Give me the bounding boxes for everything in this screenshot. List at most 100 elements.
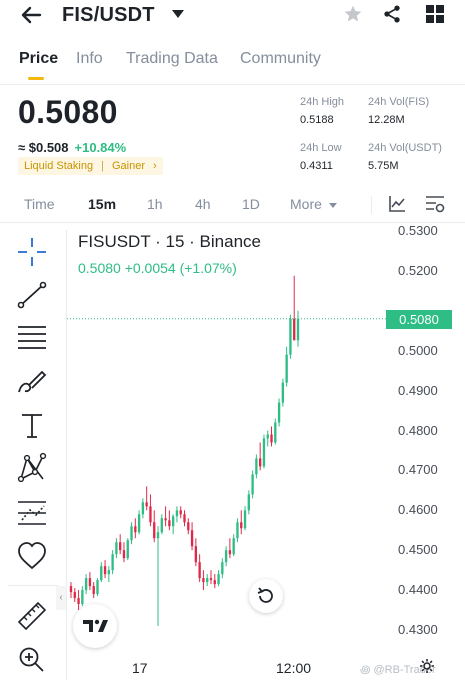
candle-body: [209, 578, 213, 581]
candle-body: [96, 580, 99, 595]
interval-1h[interactable]: 1h: [147, 196, 163, 212]
tradingview-logo: [73, 604, 117, 648]
y-tick-label: 0.4800: [398, 422, 438, 438]
candle-body: [232, 538, 235, 555]
back-arrow-icon[interactable]: [20, 6, 42, 24]
grid-menu-icon[interactable]: [425, 4, 445, 24]
candle-body: [258, 458, 262, 467]
candle-body: [293, 318, 296, 341]
candle-body: [164, 518, 167, 521]
candle-body: [115, 542, 118, 555]
candle-body: [224, 550, 228, 563]
main-tabs: Price Info Trading Data Community: [0, 44, 465, 85]
candle-body: [202, 578, 205, 583]
y-tick-label: 0.5300: [398, 223, 438, 238]
candle-body: [179, 510, 182, 515]
x-tick-1200: 12:00: [276, 660, 312, 676]
candle-body: [175, 510, 179, 517]
candle-body: [183, 514, 186, 523]
tag-strip[interactable]: Liquid Staking | Gainer ›: [18, 157, 163, 175]
y-tick-label: 0.4400: [398, 582, 438, 598]
change-percent: +10.84%: [74, 140, 127, 155]
candle-body: [194, 546, 198, 563]
candlestick-chart[interactable]: [0, 222, 465, 684]
usd-price: ≈ $0.508: [18, 140, 69, 155]
candle-body: [251, 474, 254, 495]
tag-more-chevron-icon[interactable]: ›: [153, 160, 157, 172]
pair-dropdown-icon[interactable]: [172, 10, 184, 18]
more-caret-icon[interactable]: [329, 203, 337, 208]
share-icon[interactable]: [382, 4, 402, 24]
candle-body: [240, 522, 243, 529]
candle-body: [262, 438, 266, 467]
candle-body: [126, 540, 129, 559]
reset-chart-button[interactable]: [249, 579, 283, 613]
vol-usdt-value: 5.75M: [368, 160, 399, 172]
tab-info[interactable]: Info: [76, 50, 103, 68]
candle-body: [111, 554, 114, 571]
candle-body: [100, 566, 103, 581]
candle-body: [84, 578, 88, 591]
candle-body: [243, 510, 247, 529]
interval-1d[interactable]: 1D: [242, 196, 260, 212]
interval-4h[interactable]: 4h: [195, 196, 211, 212]
chart-symbol-label: FISUSDT · 15 · Binance: [78, 232, 261, 251]
candle-body: [122, 550, 126, 559]
interval-bar: Time 15m 1h 4h 1D More: [0, 188, 465, 223]
y-tick-label: 0.5200: [398, 262, 438, 278]
candle-body: [206, 578, 209, 583]
candle-body: [171, 516, 175, 527]
candle-body: [296, 318, 300, 341]
tab-price[interactable]: Price: [19, 50, 58, 68]
chart-gear-icon[interactable]: [419, 658, 435, 674]
candle-body: [103, 566, 107, 575]
candle-body: [153, 522, 156, 539]
candle-body: [168, 520, 171, 527]
candle-body: [88, 578, 92, 587]
tab-trading-data[interactable]: Trading Data: [126, 50, 218, 68]
candle-body: [190, 530, 194, 547]
candle-body: [281, 382, 285, 403]
chart-settings-icon[interactable]: [425, 195, 445, 213]
tab-community[interactable]: Community: [240, 50, 321, 68]
candle-body: [217, 574, 220, 585]
favorite-star-icon[interactable]: [343, 4, 363, 24]
high-value: 0.5188: [300, 114, 334, 126]
interval-time[interactable]: Time: [24, 196, 55, 212]
last-price: 0.5080: [18, 94, 118, 130]
interval-15m[interactable]: 15m: [88, 196, 116, 212]
candle-body: [236, 522, 239, 539]
tag-gainer[interactable]: Gainer: [112, 160, 145, 172]
candle-body: [289, 318, 292, 355]
pair-title[interactable]: FIS/USDT: [62, 4, 155, 27]
candle-body: [228, 550, 232, 555]
low-label: 24h Low: [300, 142, 342, 154]
indicator-icon[interactable]: [388, 195, 406, 213]
vol-fis-label: 24h Vol(FIS): [368, 96, 430, 108]
reset-icon: [257, 587, 273, 603]
interval-more[interactable]: More: [290, 196, 322, 212]
vol-usdt-label: 24h Vol(USDT): [368, 142, 442, 154]
last-price-tag: 0.5080: [386, 310, 452, 329]
y-tick-label: 0.5000: [398, 342, 438, 358]
candle-body: [134, 526, 137, 533]
low-value: 0.4311: [300, 160, 333, 172]
candle-body: [156, 532, 160, 539]
candle-body: [145, 502, 148, 507]
candle-body: [198, 562, 201, 579]
price-subline: ≈ $0.508 +10.84%: [18, 140, 126, 155]
candle-body: [274, 422, 277, 443]
candle-body: [81, 590, 84, 605]
x-tick-17: 17: [132, 660, 148, 676]
tv-logo-icon: [83, 619, 108, 632]
tag-liquid-staking[interactable]: Liquid Staking: [24, 160, 93, 172]
candle-body: [187, 522, 190, 531]
candle-body: [73, 592, 76, 599]
y-tick-label: 0.4900: [398, 382, 438, 398]
candle-body: [69, 586, 73, 593]
active-tab-indicator: [28, 77, 44, 80]
vol-fis-value: 12.28M: [368, 114, 405, 126]
candle-body: [130, 526, 133, 541]
candle-body: [213, 580, 216, 585]
y-tick-label: 0.4500: [398, 542, 438, 558]
